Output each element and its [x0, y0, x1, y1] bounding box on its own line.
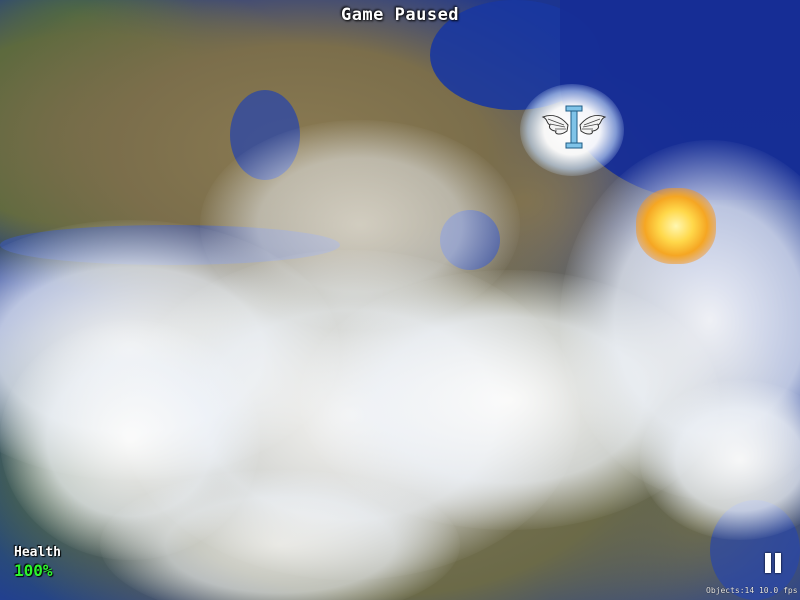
player-ship-icon: [541, 105, 607, 149]
debug-stats: Objects:14 10.0 fps: [706, 586, 798, 595]
health-indicator: Health 100%: [14, 545, 61, 580]
pause-button[interactable]: [760, 550, 786, 576]
explosion-sprite: [636, 188, 716, 264]
health-label: Health: [14, 545, 61, 560]
game-viewport[interactable]: [0, 0, 800, 600]
health-value: 100%: [14, 561, 53, 580]
cloud: [200, 120, 520, 330]
game-status-title: Game Paused: [340, 5, 460, 25]
